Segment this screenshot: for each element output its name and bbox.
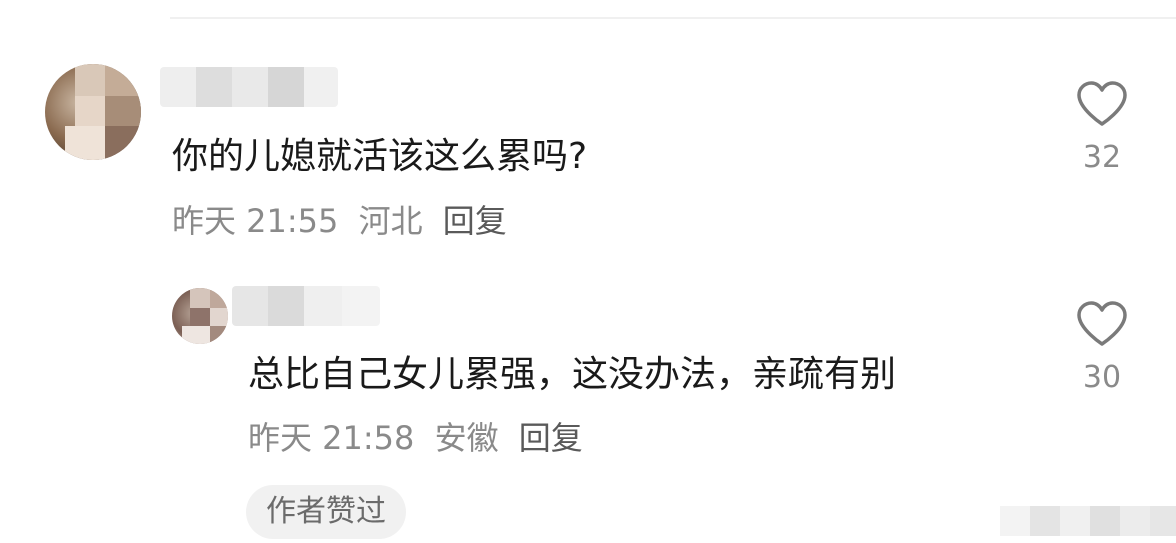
reply-location: 安徽 bbox=[434, 419, 499, 457]
divider bbox=[170, 17, 1176, 19]
reply-time: 昨天 21:58 bbox=[248, 419, 415, 457]
comment-location: 河北 bbox=[358, 202, 423, 240]
like-count: 32 bbox=[1082, 140, 1122, 175]
reply-button[interactable]: 回复 bbox=[519, 419, 583, 457]
watermark-blurred bbox=[1000, 506, 1176, 536]
heart-outline-icon bbox=[1077, 81, 1127, 126]
like-button[interactable]: 32 bbox=[1072, 80, 1132, 176]
comment-meta: 昨天 21:55 河北 回复 bbox=[172, 201, 517, 241]
avatar[interactable] bbox=[172, 288, 228, 344]
author-liked-badge: 作者赞过 bbox=[246, 485, 406, 539]
avatar[interactable] bbox=[45, 64, 141, 160]
reply-meta: 昨天 21:58 安徽 回复 bbox=[248, 418, 593, 458]
comment-text: 你的儿媳就活该这么累吗? bbox=[172, 136, 588, 177]
comment-time: 昨天 21:55 bbox=[172, 202, 339, 240]
reply-text: 总比自己女儿累强，这没办法，亲疏有别 bbox=[248, 354, 897, 395]
like-count: 30 bbox=[1082, 360, 1122, 395]
username-blurred[interactable] bbox=[232, 286, 380, 326]
heart-outline-icon bbox=[1077, 301, 1127, 346]
reply-button[interactable]: 回复 bbox=[443, 202, 507, 240]
username-blurred[interactable] bbox=[160, 67, 338, 107]
like-button[interactable]: 30 bbox=[1072, 300, 1132, 396]
